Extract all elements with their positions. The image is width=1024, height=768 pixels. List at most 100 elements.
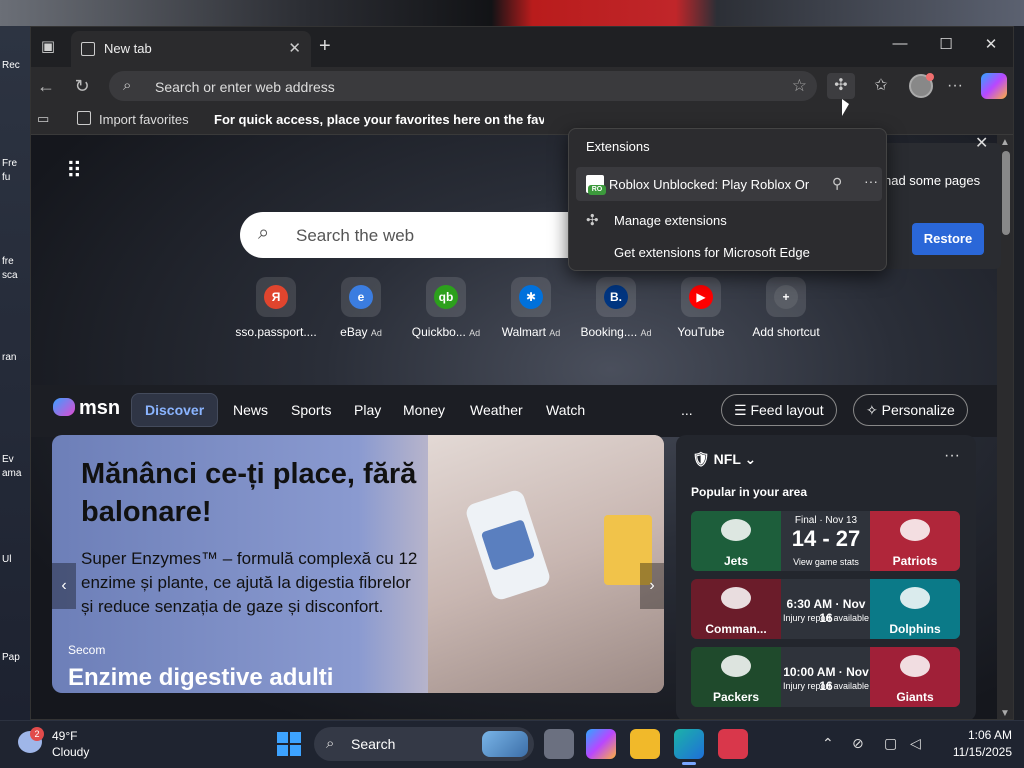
taskbar-search-label: Search: [351, 736, 396, 752]
carousel-prev-button[interactable]: ‹: [52, 563, 76, 609]
minimize-button[interactable]: —: [885, 35, 915, 52]
volume-icon[interactable]: ◁: [910, 735, 921, 752]
scroll-up-icon[interactable]: ▲: [1000, 137, 1010, 148]
shortcut-icon: ▶: [681, 277, 721, 317]
shortcut-tile[interactable]: qb Quickbo... Ad: [401, 277, 491, 339]
network-icon[interactable]: ⊘: [852, 735, 864, 752]
get-extensions-link[interactable]: Get extensions for Microsoft Edge: [614, 245, 810, 260]
desktop-icon[interactable]: sca: [2, 270, 28, 281]
shortcut-tile[interactable]: ✱ Walmart Ad: [486, 277, 576, 339]
store-app-icon[interactable]: [718, 729, 748, 759]
sports-more-menu[interactable]: ···: [944, 447, 960, 465]
reading-list-icon[interactable]: ▭: [37, 111, 49, 127]
tab-money[interactable]: Money: [403, 402, 445, 418]
tab-actions-icon[interactable]: ▣: [37, 36, 59, 58]
back-button[interactable]: ←: [35, 76, 57, 98]
game-row[interactable]: Jets Final · Nov 13 14 - 27 View game stats…: [691, 511, 960, 571]
tab-weather[interactable]: Weather: [470, 402, 523, 418]
game-note[interactable]: View game stats: [781, 557, 871, 567]
extensions-flyout: Extensions RO Roblox Unblocked: Play Rob…: [568, 128, 887, 271]
favorite-star-icon[interactable]: ☆: [792, 76, 807, 96]
profile-avatar[interactable]: [909, 73, 934, 98]
extension-item[interactable]: RO Roblox Unblocked: Play Roblox Onli...…: [576, 167, 882, 201]
new-tab-button[interactable]: +: [319, 35, 331, 58]
close-window-button[interactable]: ✕: [976, 35, 1006, 53]
file-explorer-icon[interactable]: [630, 729, 660, 759]
game-row[interactable]: Comman... 6:30 AM · Nov 16 Injury report a…: [691, 579, 960, 639]
favorites-icon[interactable]: ✩: [867, 73, 895, 99]
desktop-icon[interactable]: fre: [2, 256, 28, 267]
ad-label: Ad: [640, 328, 652, 338]
pin-icon[interactable]: ⚲: [832, 175, 842, 192]
refresh-button[interactable]: ↻: [71, 76, 93, 98]
taskbar-search[interactable]: ⌕ Search: [314, 727, 534, 761]
apps-launcher-icon[interactable]: ⠿: [66, 158, 83, 184]
windows-start-icon[interactable]: [277, 732, 301, 756]
desktop-icon[interactable]: ama: [2, 468, 28, 479]
desktop-icon[interactable]: Fre: [2, 158, 28, 169]
tab-new-tab[interactable]: New tab ✕: [71, 31, 311, 67]
display-icon[interactable]: ▢: [884, 735, 897, 752]
desktop-icon[interactable]: fu: [2, 172, 28, 183]
task-view-icon[interactable]: [544, 729, 574, 759]
feed-layout-button[interactable]: ☰ Feed layout: [721, 394, 837, 426]
settings-more-icon[interactable]: ···: [941, 73, 969, 99]
feed-layout-label: Feed layout: [750, 402, 824, 418]
game-row[interactable]: Packers 10:00 AM · Nov 16 Injury report av…: [691, 647, 960, 707]
hero-photo: [428, 435, 664, 693]
scroll-thumb[interactable]: [1002, 151, 1010, 235]
team-name: Patriots: [892, 554, 938, 568]
restore-button[interactable]: Restore: [912, 223, 984, 255]
puzzle-icon: ✣: [586, 212, 599, 229]
tab-sports[interactable]: Sports: [291, 402, 331, 418]
shortcut-tile[interactable]: + Add shortcut: [741, 277, 831, 339]
ad-label: Ad: [370, 328, 382, 338]
supplement-bottle-image: [464, 488, 552, 602]
import-favorites-link[interactable]: Import favorites: [99, 112, 189, 127]
copilot-icon[interactable]: [981, 73, 1007, 99]
extensions-puzzle-icon[interactable]: ✣: [827, 73, 855, 99]
shortcut-tile[interactable]: ▶ YouTube: [656, 277, 746, 339]
manage-extensions-link[interactable]: Manage extensions: [614, 213, 727, 228]
close-restore-icon[interactable]: ✕: [975, 133, 988, 153]
shortcut-icon: +: [766, 277, 806, 317]
desktop-icon[interactable]: ran: [2, 352, 28, 363]
shortcut-tile[interactable]: e eBay Ad: [316, 277, 406, 339]
tab-watch[interactable]: Watch: [546, 402, 585, 418]
shortcut-glyph: Я: [264, 285, 288, 309]
tab-news[interactable]: News: [233, 402, 268, 418]
team-right: Patriots: [870, 511, 960, 571]
desktop-icon[interactable]: Rec: [2, 60, 28, 71]
notification-badge: 2: [30, 727, 44, 741]
close-tab-icon[interactable]: ✕: [288, 39, 301, 57]
browser-toolbar: ← ↻ ⌕ Search or enter web address ☆ ✣ ✩ …: [31, 67, 1013, 105]
shortcut-glyph: B.: [604, 285, 628, 309]
shortcut-label: YouTube: [677, 325, 725, 339]
shortcut-tile[interactable]: Яsso.passport....: [231, 277, 321, 339]
msn-logo[interactable]: msn: [53, 397, 120, 420]
desktop-icon[interactable]: Pap: [2, 652, 28, 663]
carousel-next-button[interactable]: ›: [640, 563, 664, 609]
copilot-app-icon[interactable]: [586, 729, 616, 759]
tab-discover[interactable]: Discover: [131, 393, 219, 427]
shortcut-tile[interactable]: B. Booking.... Ad: [571, 277, 661, 339]
team-logo-icon: [900, 519, 930, 541]
ad-hero-card[interactable]: Mănânci ce-ți place, fără balonare! Supe…: [52, 435, 664, 693]
msn-more-menu[interactable]: ...: [681, 402, 693, 418]
edge-app-icon[interactable]: [674, 729, 704, 765]
league-selector[interactable]: 🛡 NFL ⌄: [692, 451, 756, 468]
tab-play[interactable]: Play: [354, 402, 381, 418]
desktop-icon[interactable]: Ev: [2, 454, 28, 465]
system-clock[interactable]: 1:06 AM 11/15/2025: [940, 727, 1012, 761]
team-name: Packers: [712, 690, 760, 704]
shortcut-glyph: e: [349, 285, 373, 309]
scroll-down-icon[interactable]: ▼: [1000, 708, 1010, 719]
personalize-button[interactable]: ✧ Personalize: [853, 394, 968, 426]
team-logo-icon: [900, 655, 930, 677]
shortcut-glyph: +: [774, 285, 798, 309]
extension-more-icon[interactable]: ···: [864, 173, 878, 189]
desktop-icon[interactable]: Ul: [2, 554, 28, 565]
maximize-button[interactable]: ☐: [931, 35, 961, 53]
show-hidden-icons-chevron-icon[interactable]: ⌃: [822, 735, 834, 752]
address-bar[interactable]: ⌕ Search or enter web address ☆: [109, 71, 817, 101]
